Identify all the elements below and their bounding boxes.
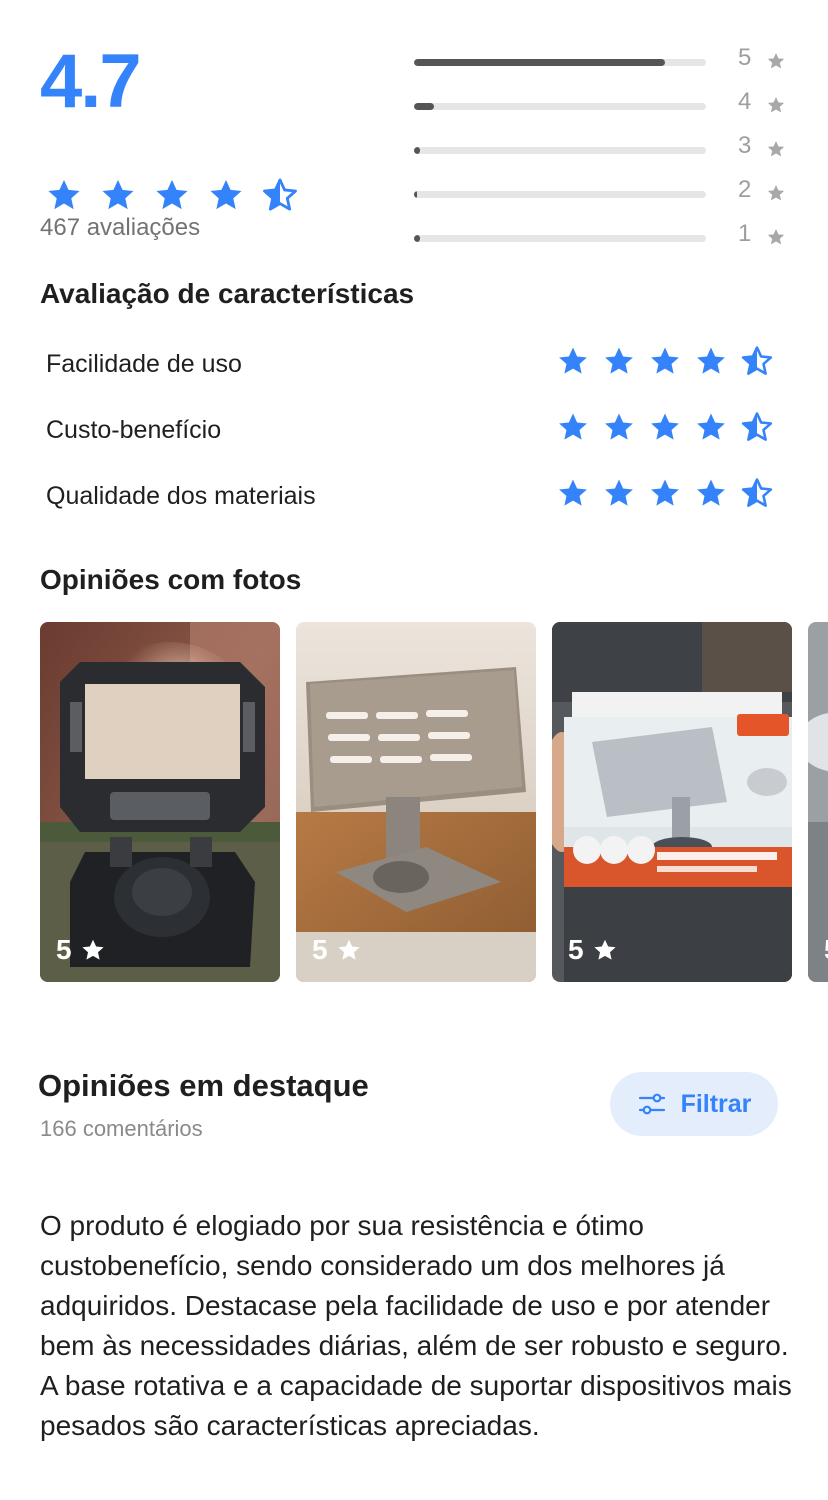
distribution-bar-track bbox=[414, 103, 706, 110]
silver-stand-photo bbox=[296, 622, 536, 982]
distribution-bar-fill bbox=[414, 59, 666, 66]
distribution-bar-fill bbox=[414, 103, 435, 110]
star-icon bbox=[605, 413, 633, 440]
ai-review-summary: O produto é elogiado por sua resistência… bbox=[40, 1210, 792, 1441]
photo-rating-value: 5 bbox=[56, 934, 72, 965]
white-star-icon bbox=[81, 939, 104, 960]
distribution-bar-track bbox=[414, 235, 706, 242]
review-photo[interactable]: 5 bbox=[552, 622, 792, 982]
total-ratings-count: 467 avaliações bbox=[40, 214, 201, 241]
star-icon bbox=[210, 179, 242, 210]
distribution-row: 4 bbox=[414, 84, 794, 128]
photo-rating-value: 5 bbox=[312, 934, 328, 965]
feature-row: Custo-benefício bbox=[46, 398, 776, 464]
black-stand-photo bbox=[40, 622, 280, 982]
gray-star-icon bbox=[767, 141, 785, 157]
product-box-photo bbox=[552, 622, 792, 982]
half-star-icon bbox=[741, 346, 773, 375]
average-stars bbox=[40, 176, 304, 214]
star-icon bbox=[651, 479, 679, 506]
distribution-bar-fill bbox=[414, 191, 417, 198]
star-icon bbox=[559, 479, 587, 506]
distribution-star-level: 2 bbox=[738, 176, 752, 203]
review-photo[interactable]: 5 bbox=[808, 622, 828, 982]
photo-rating-value: 5 bbox=[568, 934, 584, 965]
comment-count: 166 comentários bbox=[40, 1116, 203, 1141]
white-star-icon bbox=[593, 939, 616, 960]
review-photo[interactable]: 5 bbox=[296, 622, 536, 982]
distribution-row: 3 bbox=[414, 128, 794, 172]
photo-rating-badge: 5 bbox=[568, 934, 618, 966]
gray-star-icon bbox=[767, 229, 785, 245]
gray-star-icon bbox=[767, 53, 785, 69]
gray-star-icon bbox=[767, 185, 785, 201]
feature-stars bbox=[552, 344, 778, 378]
star-icon bbox=[559, 347, 587, 374]
feature-ratings: Facilidade de uso Custo-benefício Qualid… bbox=[46, 332, 776, 530]
half-star-icon bbox=[741, 478, 773, 507]
distribution-star-level: 5 bbox=[738, 44, 752, 71]
distribution-star-level: 3 bbox=[738, 132, 752, 159]
distribution-bar-track bbox=[414, 191, 706, 198]
feature-stars bbox=[552, 476, 778, 510]
partial-photo bbox=[808, 622, 828, 982]
star-icon bbox=[651, 347, 679, 374]
half-star-icon bbox=[263, 178, 297, 211]
star-icon bbox=[697, 479, 725, 506]
rating-distribution: 5 4 3 2 1 bbox=[414, 40, 794, 260]
distribution-star-level: 1 bbox=[738, 220, 752, 247]
filter-button-label: Filtrar bbox=[680, 1089, 752, 1118]
photo-rating-badge: 5 bbox=[56, 934, 106, 966]
photo-reviews-carousel[interactable]: 5 5 5 bbox=[40, 622, 828, 984]
distribution-bar-track bbox=[414, 147, 706, 154]
half-star-icon bbox=[741, 412, 773, 441]
feature-label: Facilidade de uso bbox=[46, 350, 242, 378]
feature-row: Facilidade de uso bbox=[46, 332, 776, 398]
star-icon bbox=[605, 347, 633, 374]
feature-row: Qualidade dos materiais bbox=[46, 464, 776, 530]
distribution-bar-fill bbox=[414, 147, 420, 154]
star-icon bbox=[697, 347, 725, 374]
featured-reviews-title: Opiniões em destaque bbox=[38, 1068, 369, 1103]
feature-label: Qualidade dos materiais bbox=[46, 482, 316, 510]
white-star-icon bbox=[337, 939, 360, 960]
photo-rating-badge: 5 bbox=[824, 934, 828, 966]
photo-rating-badge: 5 bbox=[312, 934, 362, 966]
filter-button[interactable]: Filtrar bbox=[610, 1072, 778, 1136]
rating-summary: 4.7 467 avaliações 5 4 3 2 1 bbox=[40, 40, 800, 260]
star-icon bbox=[156, 179, 188, 210]
star-icon bbox=[605, 479, 633, 506]
review-photo[interactable]: 5 bbox=[40, 622, 280, 982]
star-icon bbox=[48, 179, 80, 210]
photo-rating-value: 5 bbox=[824, 934, 828, 966]
features-title: Avaliação de características bbox=[40, 278, 415, 309]
star-icon bbox=[651, 413, 679, 440]
distribution-bar-track bbox=[414, 59, 706, 66]
distribution-star-level: 4 bbox=[738, 88, 752, 115]
star-icon bbox=[697, 413, 725, 440]
star-icon bbox=[559, 413, 587, 440]
star-icon bbox=[102, 179, 134, 210]
feature-label: Custo-benefício bbox=[46, 416, 222, 444]
gray-star-icon bbox=[767, 97, 785, 113]
distribution-bar-fill bbox=[414, 235, 420, 242]
average-rating: 4.7 bbox=[40, 39, 142, 124]
distribution-row: 2 bbox=[414, 172, 794, 216]
sliders-icon bbox=[638, 1093, 665, 1115]
distribution-row: 5 bbox=[414, 40, 794, 84]
photos-title: Opiniões com fotos bbox=[40, 564, 302, 595]
feature-stars bbox=[552, 410, 778, 444]
distribution-row: 1 bbox=[414, 216, 794, 260]
